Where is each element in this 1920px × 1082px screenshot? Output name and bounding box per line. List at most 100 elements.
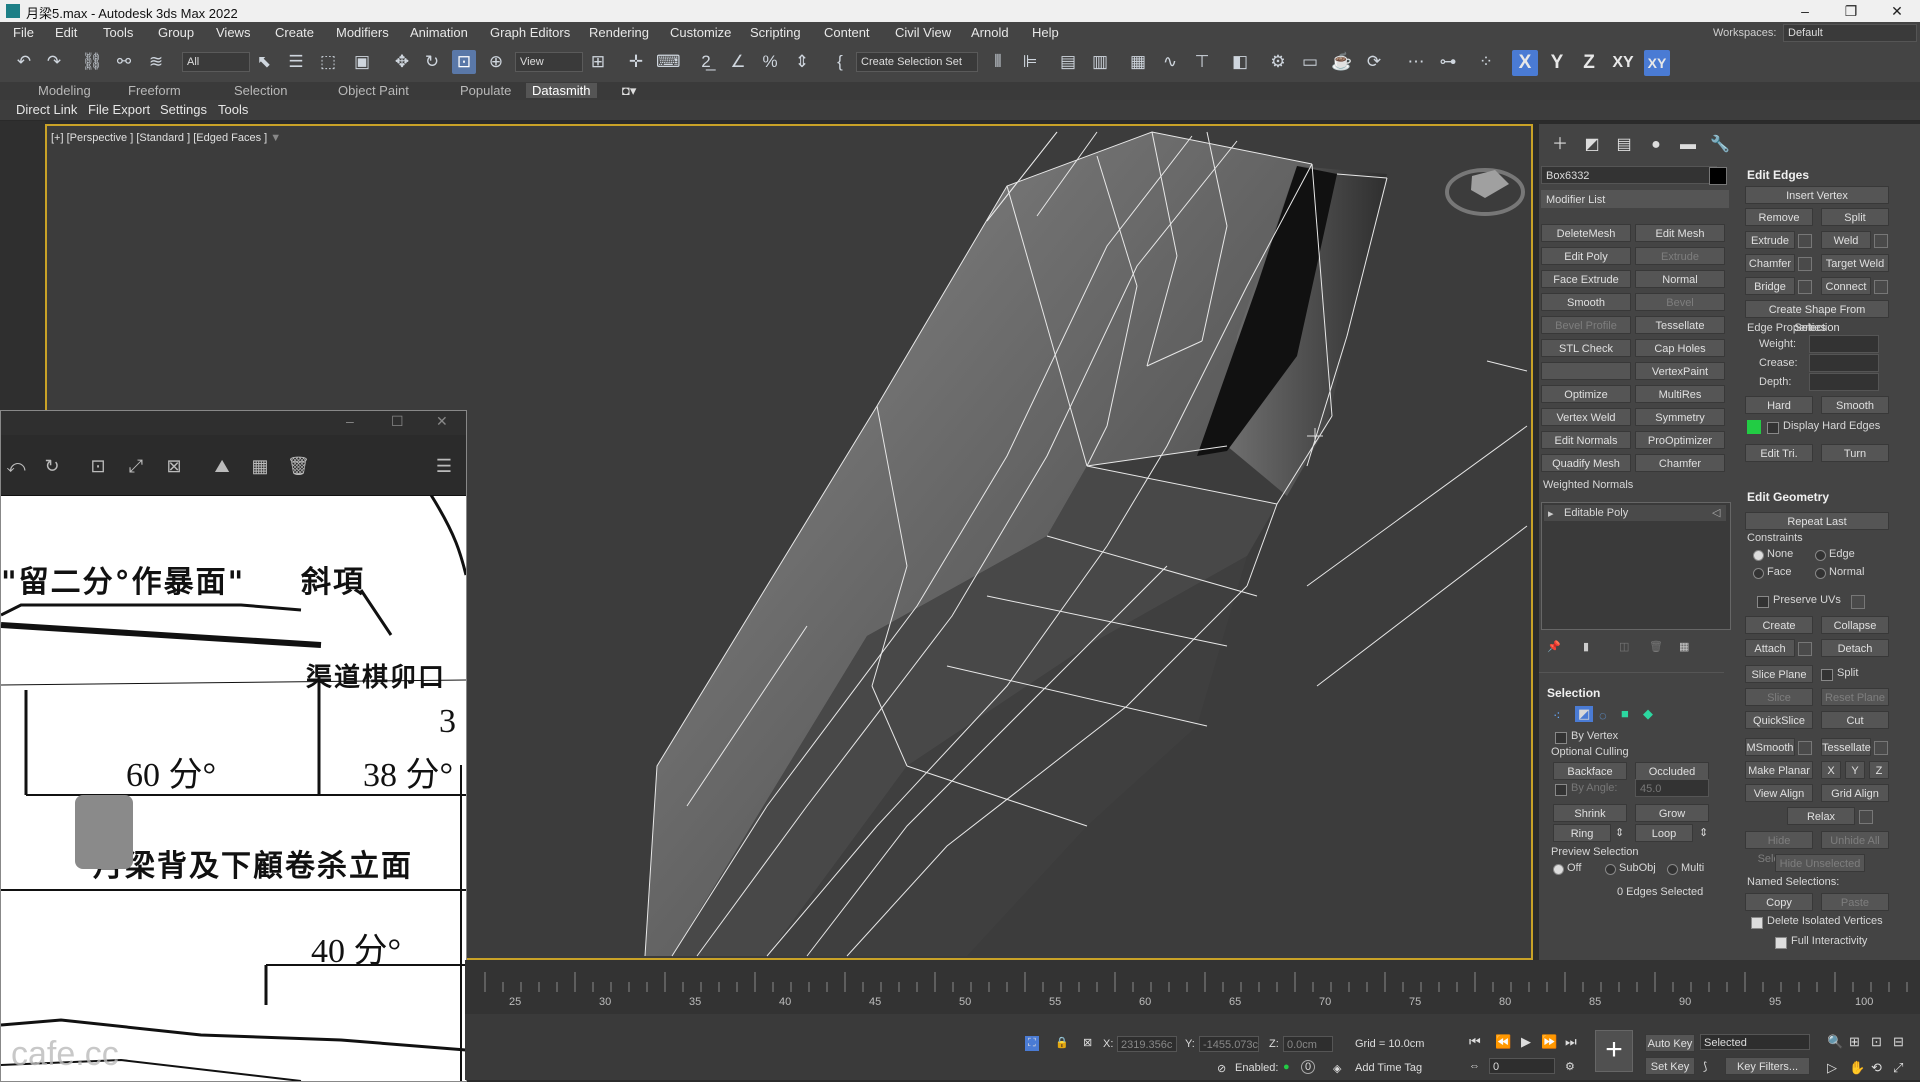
menu-customize[interactable]: Customize: [670, 25, 731, 40]
mod-extrude-button[interactable]: Extrude: [1635, 247, 1725, 265]
file-export-menu[interactable]: File Export: [88, 102, 150, 117]
menu-modifiers[interactable]: Modifiers: [336, 25, 389, 40]
mod-editpoly-button[interactable]: Edit Poly: [1541, 247, 1631, 265]
schematic-view-icon[interactable]: ⊤: [1190, 50, 1214, 74]
rotate-icon[interactable]: ↻: [420, 50, 444, 74]
next-frame-icon[interactable]: ⏩: [1541, 1034, 1557, 1050]
go-to-start-icon[interactable]: ⏮: [1469, 1034, 1481, 1050]
reference-coordinate-dropdown[interactable]: View: [515, 52, 583, 72]
scene-explorer-icon[interactable]: ▤: [1056, 50, 1080, 74]
ribbon-options-icon[interactable]: ◘▾: [622, 83, 636, 99]
mod-symmetry-button[interactable]: Symmetry: [1635, 408, 1725, 426]
mod-quadify-mesh-button[interactable]: Quadify Mesh: [1541, 454, 1631, 472]
selection-region-icon[interactable]: ⬚: [316, 50, 340, 74]
ribbon-tab-selection[interactable]: Selection: [234, 83, 287, 98]
preview-multi-radio[interactable]: [1667, 864, 1678, 875]
drag-handle[interactable]: [75, 795, 133, 869]
time-tag-icon[interactable]: ◈: [1333, 1062, 1341, 1075]
set-key-button[interactable]: Set Key: [1645, 1057, 1695, 1075]
remove-modifier-icon[interactable]: 🗑: [1649, 640, 1663, 653]
viewcube-icon[interactable]: [1445, 168, 1525, 216]
hard-edge-color-swatch[interactable]: [1747, 420, 1761, 434]
selection-lock-icon[interactable]: ⛶: [1025, 1036, 1039, 1051]
border-mode-icon[interactable]: ◌: [1599, 708, 1607, 723]
mod-empty-button[interactable]: [1541, 362, 1631, 380]
settings-menu[interactable]: Settings: [160, 102, 207, 117]
select-by-name-icon[interactable]: ☰: [284, 50, 308, 74]
weighted-normals-label[interactable]: Weighted Normals: [1543, 479, 1633, 491]
modify-tab-icon[interactable]: ◩: [1581, 134, 1603, 156]
previous-frame-icon[interactable]: ⏪: [1495, 1034, 1511, 1050]
orbit-icon[interactable]: ⟲: [1871, 1060, 1882, 1076]
reset-plane-button[interactable]: Reset Plane: [1821, 688, 1889, 706]
edit-geometry-rollout-header[interactable]: Edit Geometry: [1747, 490, 1829, 504]
slice-button[interactable]: Slice: [1745, 688, 1813, 706]
maximize-viewport-icon[interactable]: ⤢: [1893, 1060, 1903, 1076]
axis-xy-toggle-button[interactable]: XY: [1644, 50, 1670, 76]
show-end-result-icon[interactable]: ▮: [1583, 640, 1589, 653]
menu-views[interactable]: Views: [216, 25, 250, 40]
planar-z-button[interactable]: Z: [1869, 761, 1889, 779]
render-setup-icon[interactable]: ⚙: [1266, 50, 1290, 74]
timeline[interactable]: 25 30 35 40 45 50 55 60 65 70 75 80 85 9…: [465, 960, 1920, 1014]
angle-snap-icon[interactable]: ∠: [726, 50, 750, 74]
occluded-button[interactable]: Occluded: [1635, 762, 1709, 780]
crease-field[interactable]: [1809, 354, 1879, 372]
mod-smooth-button[interactable]: Smooth: [1541, 293, 1631, 311]
weight-field[interactable]: [1809, 335, 1879, 353]
mirror-icon[interactable]: ⫴: [986, 50, 1010, 74]
edit-named-selection-icon[interactable]: {: [828, 50, 852, 74]
constraint-edge-radio[interactable]: [1815, 550, 1826, 561]
zoom-extents-icon[interactable]: ⊡: [1871, 1034, 1882, 1050]
menu-content[interactable]: Content: [824, 25, 870, 40]
tools-menu[interactable]: Tools: [218, 102, 248, 117]
target-weld-button[interactable]: Target Weld: [1821, 254, 1889, 272]
create-button[interactable]: Create: [1745, 616, 1813, 634]
hard-button[interactable]: Hard: [1745, 396, 1813, 414]
mod-stl-check-button[interactable]: STL Check: [1541, 339, 1631, 357]
constraint-face-radio[interactable]: [1753, 568, 1764, 579]
menu-arnold[interactable]: Arnold: [971, 25, 1009, 40]
snaps-toggle-icon[interactable]: 2̲: [694, 50, 718, 74]
loop-spinner-icon[interactable]: ⇕: [1699, 826, 1708, 839]
place-icon[interactable]: ⊕: [484, 50, 508, 74]
bridge-settings-icon[interactable]: [1798, 280, 1812, 294]
display-hard-edges-checkbox[interactable]: [1767, 422, 1779, 434]
menu-rendering[interactable]: Rendering: [589, 25, 649, 40]
menu-scripting[interactable]: Scripting: [750, 25, 801, 40]
full-interactivity-checkbox[interactable]: [1775, 937, 1787, 949]
viewer-minimize-icon[interactable]: –: [346, 413, 354, 429]
window-crossing-icon[interactable]: ▣: [350, 50, 374, 74]
ribbon-toggle-icon[interactable]: ▦: [1126, 50, 1150, 74]
chamfer-edges-button[interactable]: Chamfer: [1745, 254, 1795, 272]
scale-icon[interactable]: ⊡: [452, 50, 476, 74]
image-viewer-titlebar[interactable]: – ☐ ✕: [1, 411, 466, 435]
menu-graph-editors[interactable]: Graph Editors: [490, 25, 570, 40]
hide-unselected-button[interactable]: Hide Unselected: [1775, 854, 1865, 872]
layer-explorer-icon[interactable]: ▥: [1088, 50, 1112, 74]
create-shape-button[interactable]: Create Shape From Selection: [1745, 300, 1889, 334]
ribbon-tab-populate[interactable]: Populate: [460, 83, 511, 98]
percent-snap-icon[interactable]: %: [758, 50, 782, 74]
select-object-icon[interactable]: ⬉: [252, 50, 276, 74]
default-tangent-icon[interactable]: ⟆: [1703, 1060, 1707, 1073]
constraint-none-radio[interactable]: [1753, 550, 1764, 561]
rotate-left-icon[interactable]: ⤺: [5, 455, 27, 477]
make-planar-button[interactable]: Make Planar: [1745, 761, 1813, 779]
workspaces-dropdown[interactable]: Default: [1783, 24, 1917, 42]
msmooth-button[interactable]: MSmooth: [1745, 738, 1795, 756]
zoom-all-icon[interactable]: ⊞: [1849, 1034, 1860, 1050]
edge-mode-icon[interactable]: ◩: [1575, 706, 1594, 722]
connect-button[interactable]: Connect: [1821, 277, 1871, 295]
undo-icon[interactable]: ↶: [12, 50, 36, 74]
mod-prooptimizer-button[interactable]: ProOptimizer: [1635, 431, 1725, 449]
vertex-mode-icon[interactable]: ⁖: [1553, 708, 1561, 724]
by-angle-field[interactable]: 45.0: [1635, 779, 1709, 797]
depth-field[interactable]: [1809, 373, 1879, 391]
object-color-swatch[interactable]: [1709, 167, 1727, 185]
motion-tab-icon[interactable]: ●: [1645, 134, 1667, 156]
pin-stack-icon[interactable]: 📌: [1547, 640, 1561, 653]
link-icon[interactable]: ⛓: [80, 50, 104, 74]
object-name-field[interactable]: Box6332: [1541, 166, 1717, 184]
preview-subobj-radio[interactable]: [1605, 864, 1616, 875]
